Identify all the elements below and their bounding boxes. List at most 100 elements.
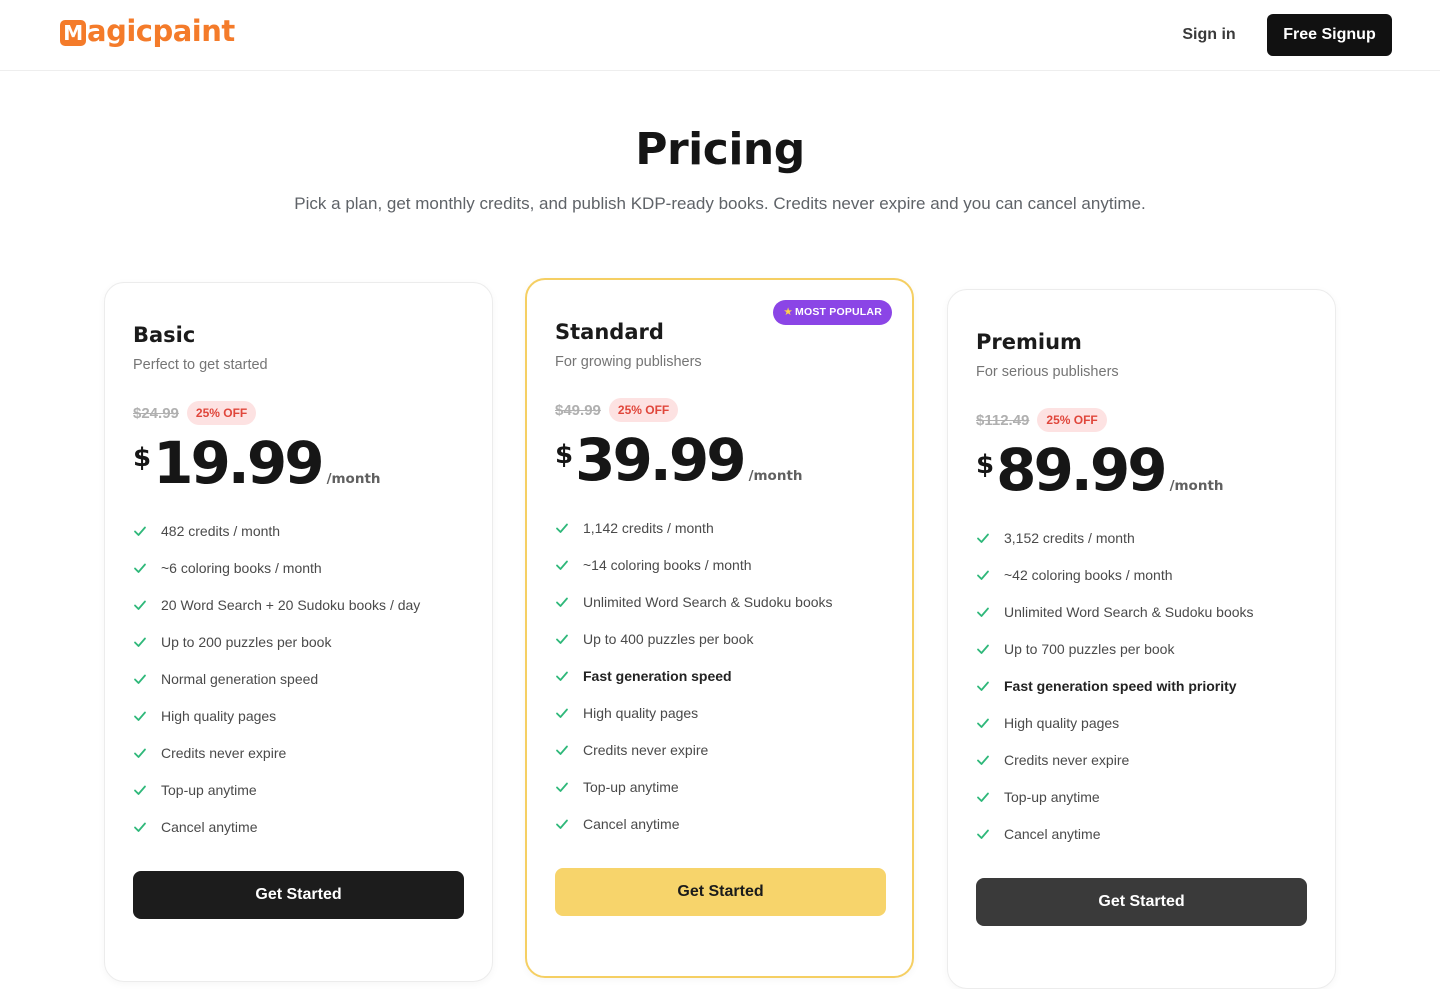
old-price: $49.99 [555, 401, 601, 419]
check-icon [134, 600, 146, 611]
plan-description: For growing publishers [555, 354, 702, 370]
get-started-button-standard[interactable]: Get Started [555, 868, 886, 916]
price: $ 89.99 /month [976, 436, 1224, 504]
check-icon [556, 597, 568, 608]
feature-text: High quality pages [161, 707, 277, 724]
feature-text: Credits never expire [1004, 751, 1130, 768]
feature-item: Credits never expire [976, 741, 1254, 778]
feature-text: 3,152 credits / month [1004, 530, 1135, 547]
feature-text: Cancel anytime [1004, 825, 1101, 842]
old-price-row: $49.99 25% OFF [555, 398, 679, 422]
plan-card-basic: Basic Perfect to get started $24.99 25% … [104, 282, 493, 982]
feature-list: 482 credits / month ~6 coloring books / … [133, 513, 420, 845]
check-icon [977, 829, 989, 839]
check-icon [977, 534, 989, 544]
plan-name: Standard [555, 320, 664, 344]
old-price-row: $24.99 25% OFF [133, 401, 257, 425]
feature-text: Up to 200 puzzles per book [161, 634, 332, 651]
feature-text: Up to 400 puzzles per book [583, 631, 754, 648]
logo[interactable]: Magicpaint [60, 14, 235, 48]
feature-item: Unlimited Word Search & Sudoku books [976, 594, 1254, 631]
feature-item: 482 credits / month [133, 513, 420, 550]
check-icon [556, 524, 568, 534]
feature-text: Cancel anytime [161, 818, 258, 835]
currency-symbol: $ [133, 443, 152, 473]
feature-item: Credits never expire [133, 734, 420, 771]
plan-description: Perfect to get started [133, 357, 268, 373]
feature-text: Cancel anytime [583, 815, 680, 832]
check-icon [134, 822, 146, 832]
get-started-button-premium[interactable]: Get Started [976, 878, 1307, 926]
feature-item: Top-up anytime [555, 768, 833, 805]
currency-symbol: $ [555, 440, 574, 470]
plan-name: Basic [133, 323, 196, 347]
check-icon [977, 644, 989, 655]
check-icon [134, 527, 146, 537]
check-icon [134, 785, 146, 795]
check-icon [556, 708, 568, 718]
feature-item: Cancel anytime [976, 815, 1254, 852]
feature-text: Credits never expire [583, 741, 709, 758]
feature-item: Fast generation speed with priority [976, 668, 1254, 705]
feature-item: Fast generation speed [555, 658, 833, 695]
check-icon [134, 711, 146, 721]
discount-badge: 25% OFF [186, 401, 257, 425]
feature-item: 1,142 credits / month [555, 510, 833, 547]
feature-text: ~6 coloring books / month [161, 560, 322, 577]
feature-item: Up to 200 puzzles per book [133, 624, 420, 661]
feature-item: Up to 700 puzzles per book [976, 631, 1254, 668]
feature-text: 482 credits / month [161, 523, 281, 540]
feature-item: Cancel anytime [555, 805, 833, 842]
price: $ 19.99 /month [133, 429, 381, 497]
price-amount: 89.99 [996, 436, 1167, 504]
feature-text: Top-up anytime [583, 778, 679, 795]
feature-list: 1,142 credits / month ~14 coloring books… [555, 510, 833, 842]
check-icon [556, 671, 568, 681]
plan-description: For serious publishers [976, 364, 1119, 380]
feature-item: Unlimited Word Search & Sudoku books [555, 584, 833, 621]
price-period: /month [326, 471, 381, 487]
star-icon: ★ [783, 306, 793, 318]
check-icon [556, 745, 568, 755]
feature-text: Normal generation speed [161, 671, 319, 687]
feature-text: ~42 coloring books / month [1004, 567, 1173, 584]
feature-text: Fast generation speed [583, 668, 732, 684]
logo-mark-icon: M [60, 19, 86, 46]
plan-name: Premium [976, 330, 1082, 354]
top-nav: Magicpaint Sign in Free Signup [0, 0, 1440, 71]
feature-item: Top-up anytime [133, 771, 420, 808]
feature-item: Up to 400 puzzles per book [555, 621, 833, 658]
feature-text: Up to 700 puzzles per book [1004, 641, 1175, 658]
feature-text: Fast generation speed with priority [1004, 678, 1237, 694]
feature-item: Normal generation speed [133, 661, 420, 698]
check-icon [134, 637, 146, 648]
feature-item: ~42 coloring books / month [976, 557, 1254, 594]
feature-item: ~6 coloring books / month [133, 550, 420, 587]
check-icon [977, 792, 989, 802]
feature-text: 1,142 credits / month [583, 520, 714, 537]
sign-in-link[interactable]: Sign in [1170, 20, 1248, 50]
most-popular-badge: ★ MOST POPULAR [773, 300, 892, 325]
check-icon [134, 748, 146, 758]
feature-item: Cancel anytime [133, 808, 420, 845]
free-signup-button[interactable]: Free Signup [1267, 14, 1392, 56]
feature-text: Unlimited Word Search & Sudoku books [583, 594, 833, 611]
feature-item: 3,152 credits / month [976, 520, 1254, 557]
plan-card-standard: ★ MOST POPULAR Standard For growing publi… [525, 278, 914, 978]
page-subtitle: Pick a plan, get monthly credits, and pu… [294, 194, 1146, 213]
badge-label: MOST POPULAR [795, 306, 882, 318]
discount-badge: 25% OFF [1037, 408, 1107, 432]
get-started-button-basic[interactable]: Get Started [133, 871, 464, 919]
check-icon [977, 681, 989, 691]
feature-item: High quality pages [133, 697, 420, 734]
feature-item: Top-up anytime [976, 778, 1254, 815]
feature-text: Top-up anytime [161, 781, 257, 798]
check-icon [977, 607, 989, 618]
feature-text: High quality pages [583, 704, 699, 721]
check-icon [977, 718, 989, 728]
price-period: /month [1169, 478, 1224, 494]
old-price-row: $112.49 25% OFF [976, 408, 1107, 432]
check-icon [556, 560, 568, 571]
feature-text: High quality pages [1004, 714, 1120, 731]
feature-text: Unlimited Word Search & Sudoku books [1004, 604, 1254, 621]
